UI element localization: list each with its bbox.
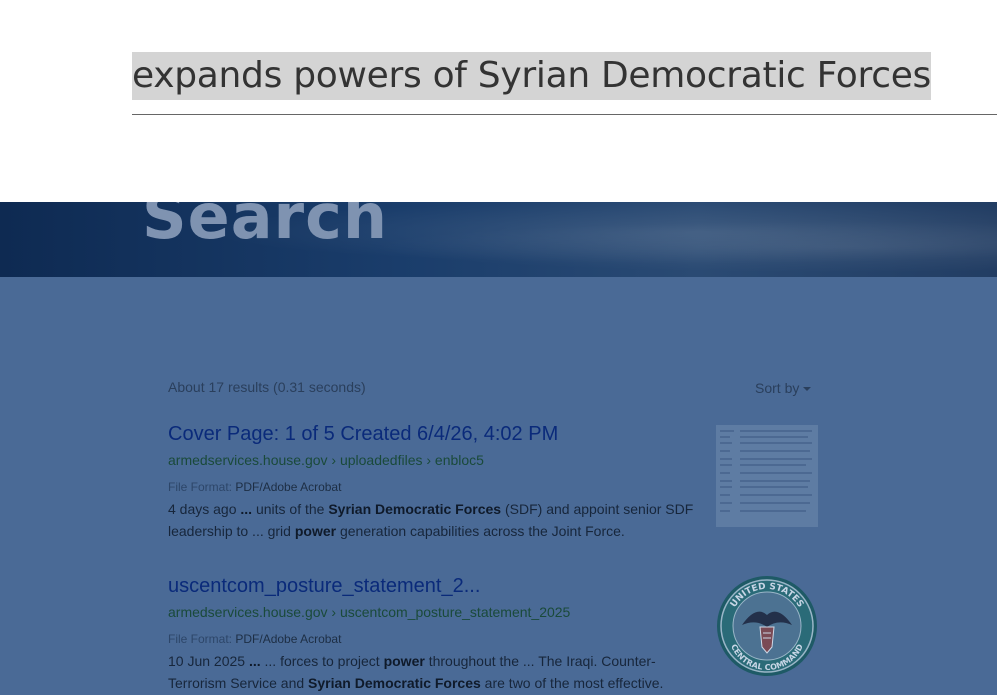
result-snippet: 10 Jun 2025 ... ... forces to project po… (168, 650, 698, 694)
snippet-highlight: ... (248, 653, 261, 669)
page-title: Search (142, 202, 389, 253)
document-thumbnail[interactable] (716, 425, 818, 527)
file-format-value: PDF/Adobe Acrobat (235, 480, 342, 494)
snippet-text: are two of the most effective. (480, 675, 664, 691)
result-snippet: 4 days ago ... units of the Syrian Democ… (168, 498, 698, 542)
search-overlay: expands powers of Syrian Democratic Forc… (0, 0, 997, 202)
snippet-highlight: power (383, 653, 425, 669)
file-format-label: File Format: (168, 480, 233, 494)
results-count: About 17 results (0.31 seconds) (168, 379, 366, 395)
snippet-text: generation capabilities across the Joint… (336, 523, 625, 539)
file-format-label: File Format: (168, 632, 233, 646)
snippet-text: 10 Jun 2025 (168, 653, 249, 669)
sort-dropdown[interactable]: Sort by (755, 380, 812, 396)
seal-icon: UNITED STATES CENTRAL COMMAND (717, 576, 817, 676)
snippet-text: units of the (252, 501, 329, 517)
snippet-highlight: ... (240, 501, 253, 517)
snippet-text: ... forces to project (260, 653, 384, 669)
search-input[interactable]: expands powers of Syrian Democratic Forc… (132, 52, 931, 100)
search-result: uscentcom_posture_statement_2... armedse… (168, 575, 818, 694)
snippet-highlight: Syrian Democratic Forces (328, 501, 502, 517)
snippet-highlight: power (294, 523, 337, 539)
seal-thumbnail[interactable]: UNITED STATES CENTRAL COMMAND (716, 575, 818, 677)
hero-banner: Search (0, 202, 997, 277)
search-input-underline (132, 114, 997, 115)
snippet-text: 4 days ago (168, 501, 241, 517)
caret-down-icon (803, 387, 812, 392)
file-format-value: PDF/Adobe Acrobat (235, 632, 342, 646)
snippet-highlight: Syrian Democratic Forces (308, 675, 481, 691)
search-result: Cover Page: 1 of 5 Created 6/4/26, 4:02 … (168, 423, 818, 542)
document-thumbnail-lines (720, 430, 812, 512)
sort-label: Sort by (755, 380, 800, 396)
